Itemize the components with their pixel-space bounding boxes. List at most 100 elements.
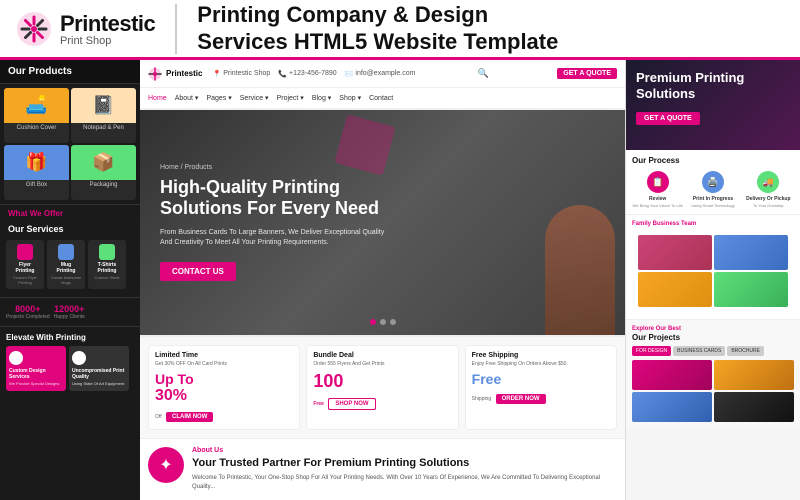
email-info: ✉️ info@example.com: [345, 70, 416, 78]
elevate-card: Uncompromised Print Quality Using State …: [69, 346, 129, 391]
promo-label: Family Business Team: [632, 221, 794, 227]
website-header: Printestic 📍 Printestic Shop 📞 +123-456-…: [140, 60, 625, 88]
our-projects: Explore Our Best Our Projects FOR DESIGN…: [626, 320, 800, 428]
deal-card-bundle: Bundle Deal Order 555 Flyers And Get Pri…: [306, 345, 458, 430]
what-we-offer: What We Offer: [0, 204, 140, 222]
elevate-card-desc: Using State Of Art Equipment: [72, 381, 126, 386]
product-card[interactable]: 📦 Packaging: [71, 145, 136, 200]
hero-dot[interactable]: [370, 319, 376, 325]
about-label: About Us: [192, 447, 617, 454]
project-item[interactable]: [632, 360, 712, 390]
stats-row: 8000+ Projects Completed 12000+ Happy Cl…: [0, 297, 140, 326]
projects-grid: [632, 360, 794, 422]
project-item[interactable]: [632, 392, 712, 422]
hero-dot[interactable]: [380, 319, 386, 325]
our-process: Our Process 📋 Review We Bring Your Visio…: [626, 150, 800, 215]
service-card[interactable]: FlyerPrinting Custom Flyer Printing: [6, 240, 44, 289]
services-title: Our Services: [0, 222, 140, 236]
nav-item-blog[interactable]: Blog ▾: [312, 94, 331, 102]
nav-item-pages[interactable]: Pages ▾: [206, 94, 231, 102]
gallery-item: [638, 272, 712, 307]
order-now-button[interactable]: ORDER NOW: [496, 394, 546, 404]
deal-title: Limited Time: [155, 352, 293, 359]
service-desc: Custom Flyer Printing: [8, 275, 42, 285]
product-label: Cushion Cover: [4, 123, 69, 133]
project-tag[interactable]: BROCHURE: [727, 346, 764, 356]
delivery-icon: 🚚: [757, 171, 779, 193]
service-desc: Custom Shirts: [90, 275, 124, 280]
claim-now-button[interactable]: CLAIM NOW: [166, 412, 213, 422]
stat-number: 8000+: [6, 304, 50, 314]
elevate-card-desc: We Provide Special Designs: [9, 381, 63, 386]
service-name: T-ShirtsPrinting: [90, 262, 124, 274]
elevate-card-title: Custom Design Services: [9, 368, 63, 380]
brand-logo: Printestic Print Shop: [16, 11, 155, 47]
right-gallery: [632, 229, 794, 313]
deal-sub: Free: [313, 401, 324, 407]
nav-item-home[interactable]: Home: [148, 95, 167, 102]
about-title: Your Trusted Partner For Premium Printin…: [192, 456, 617, 470]
service-desc: Create Awesome Mugs: [49, 275, 83, 285]
search-icon[interactable]: 🔍: [478, 68, 489, 79]
deal-card-shipping: Free Shipping Enjoy Free Shipping On Ord…: [465, 345, 617, 430]
nav-item-about[interactable]: About ▾: [175, 94, 199, 102]
deal-value: Free: [472, 371, 610, 387]
elevate-cards: Custom Design Services We Provide Specia…: [6, 346, 134, 391]
process-step-review: 📋 Review We Bring Your Vision To Life: [632, 171, 683, 208]
stat-label: Happy Clients: [54, 314, 85, 320]
brand-icon: [16, 11, 52, 47]
get-quote-button[interactable]: GET A QUOTE: [557, 68, 617, 79]
service-card[interactable]: T-ShirtsPrinting Custom Shirts: [88, 240, 126, 289]
hero-person-image: [545, 205, 615, 335]
hero-dot[interactable]: [390, 319, 396, 325]
contact-button[interactable]: CONTACT US: [160, 262, 236, 281]
hero-title: High-Quality Printing Solutions For Ever…: [160, 177, 390, 220]
product-image: 🛋️: [4, 88, 69, 123]
product-card[interactable]: 🎁 Gift Box: [4, 145, 69, 200]
nav-item-service[interactable]: Service ▾: [240, 94, 269, 102]
deal-sub: Off: [155, 414, 162, 420]
step-desc: We Bring Your Vision To Life: [632, 203, 683, 208]
premium-title: Premium Printing Solutions: [636, 70, 790, 101]
address-info: 📍 Printestic Shop: [212, 70, 270, 78]
product-image: 📓: [71, 88, 136, 123]
review-icon: 📋: [647, 171, 669, 193]
premium-section: Premium Printing Solutions GET A QUOTE: [626, 60, 800, 150]
deal-desc: Enjoy Free Shipping On Orders Above $50.: [472, 361, 610, 367]
step-label: Review: [632, 196, 683, 202]
product-card[interactable]: 📓 Notepad & Pen: [71, 88, 136, 143]
product-card[interactable]: 🛋️ Cushion Cover: [4, 88, 69, 143]
about-desc: Welcome To Printestic, Your One-Stop Sho…: [192, 474, 617, 492]
projects-title: Our Projects: [632, 333, 794, 342]
deal-desc: Order 555 Flyers And Get Prints: [313, 361, 451, 367]
nav-item-project[interactable]: Project ▾: [277, 94, 304, 102]
nav-item-contact[interactable]: Contact: [369, 95, 393, 102]
deals-section: Limited Time Get 30% OFF On All Card Pri…: [140, 335, 625, 438]
nav-item-shop[interactable]: Shop ▾: [339, 94, 361, 102]
brand-name: Printestic: [60, 11, 155, 37]
product-image: 🎁: [4, 145, 69, 180]
hero-section: Home / Products High-Quality Printing So…: [140, 110, 625, 335]
deal-title: Free Shipping: [472, 352, 610, 359]
brand-bar: Printestic Print Shop Printing Company &…: [0, 0, 800, 60]
hero-subtitle: From Business Cards To Large Banners, We…: [160, 228, 390, 249]
service-cards: FlyerPrinting Custom Flyer Printing MugP…: [0, 236, 140, 293]
elevate-card: Custom Design Services We Provide Specia…: [6, 346, 66, 391]
project-item[interactable]: [714, 392, 794, 422]
service-card[interactable]: MugPrinting Create Awesome Mugs: [47, 240, 85, 289]
main-area: Our Products 🛋️ Cushion Cover 📓 Notepad …: [0, 60, 800, 500]
project-item[interactable]: [714, 360, 794, 390]
service-icon: [17, 244, 33, 260]
project-tag[interactable]: BUSINESS CARDS: [673, 346, 725, 356]
hero-breadcrumb: Home / Products: [160, 164, 390, 171]
shop-now-button[interactable]: SHOP NOW: [328, 398, 375, 410]
phone-info: 📞 +123-456-7890: [278, 70, 336, 78]
project-tag[interactable]: FOR DESIGN: [632, 346, 671, 356]
website-logo-small: Printestic: [148, 67, 202, 81]
elevate-card-icon: [72, 351, 86, 365]
print-icon: 🖨️: [702, 171, 724, 193]
website-name: Printestic: [166, 69, 202, 78]
service-name: FlyerPrinting: [8, 262, 42, 274]
premium-quote-button[interactable]: GET A QUOTE: [636, 112, 700, 125]
product-image: 📦: [71, 145, 136, 180]
